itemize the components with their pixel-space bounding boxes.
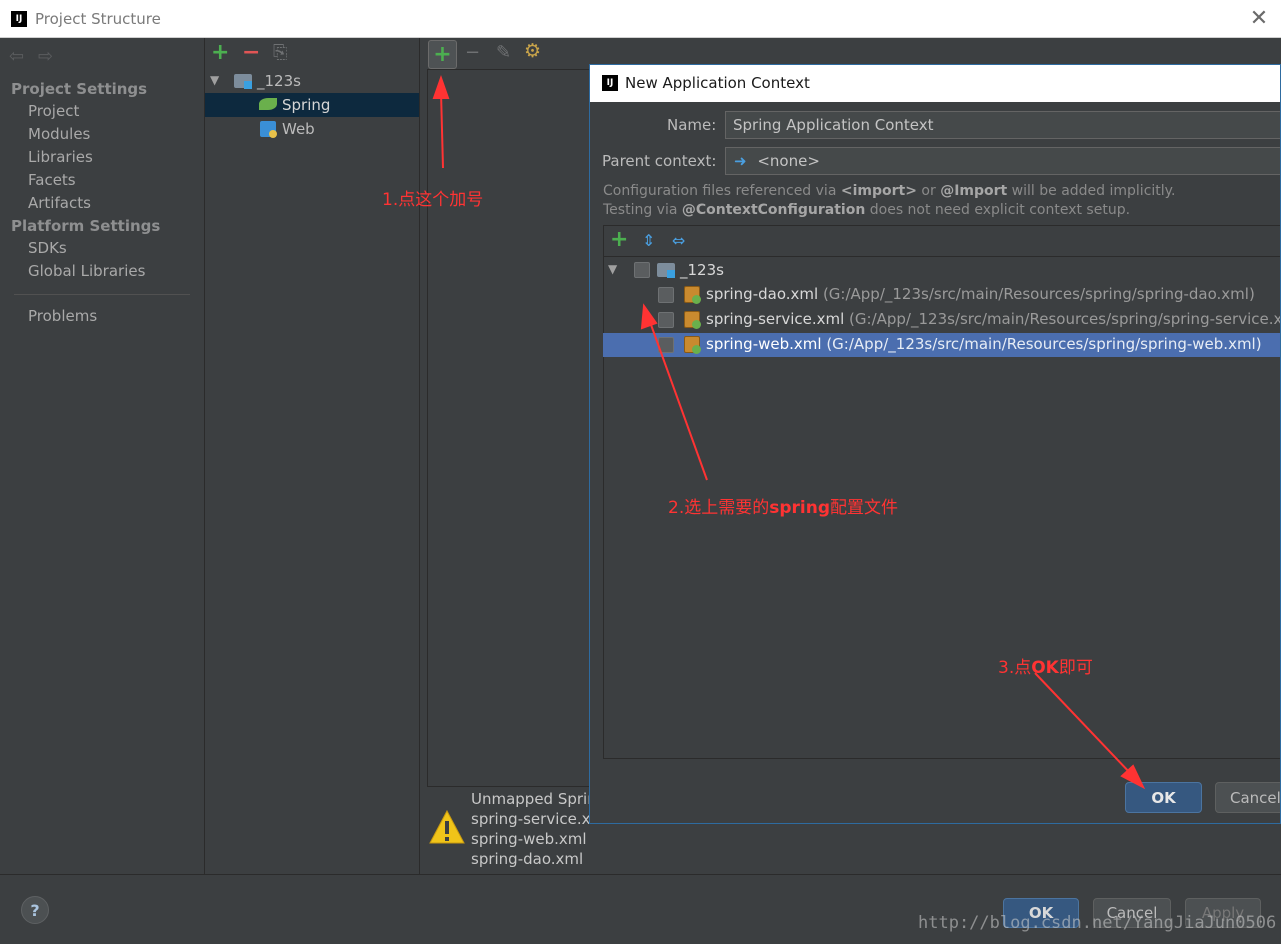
spring-leaf-icon (259, 98, 277, 110)
dialog-cancel-button[interactable]: Cancel (1215, 782, 1280, 813)
section-project-settings: Project Settings (11, 80, 148, 98)
spring-xml-icon (684, 286, 701, 304)
sidebar-item-artifacts[interactable]: Artifacts (28, 194, 91, 212)
file-checkbox[interactable] (658, 287, 674, 303)
module-badge-icon (667, 270, 675, 278)
annotation-step-2: 2.选上需要的spring配置文件 (668, 498, 899, 518)
arrow-right-icon: ➜ (734, 152, 747, 170)
hint-line-1: Configuration files referenced via <impo… (603, 183, 1176, 199)
dialog-ok-button[interactable]: OK (1125, 782, 1202, 813)
file-path: (G:/App/_123s/src/main/Resources/spring/… (844, 310, 1281, 328)
add-icon[interactable]: + (211, 40, 229, 65)
module-name[interactable]: _123s (257, 72, 301, 90)
expand-all-icon[interactable]: ⇕ (642, 231, 655, 250)
edit-icon[interactable]: ✎ (496, 42, 511, 63)
tree-item-web[interactable]: Web (282, 120, 315, 138)
bottom-button-bar (0, 874, 1281, 944)
parent-context-label: Parent context: (602, 152, 717, 170)
warning-text-line: spring-web.xml (471, 830, 587, 848)
remove-icon[interactable]: − (242, 40, 260, 65)
file-row-dao[interactable]: spring-dao.xml (G:/App/_123s/src/main/Re… (603, 283, 1280, 307)
new-application-context-dialog: IJ New Application Context Name: Spring … (589, 64, 1281, 824)
add-file-icon[interactable]: + (610, 227, 628, 252)
watermark: http://blog.csdn.net/YangJiaJun0506 (918, 913, 1277, 933)
parent-context-value: <none> (757, 152, 820, 170)
close-icon[interactable]: ✕ (1246, 4, 1272, 32)
annotation-step-3: 3.点OK即可 (998, 658, 1093, 678)
file-checkbox[interactable] (658, 312, 674, 328)
window-title: Project Structure (35, 10, 161, 28)
file-name: spring-web.xml (706, 335, 822, 353)
module-tree-panel (205, 38, 420, 874)
sidebar-item-modules[interactable]: Modules (28, 125, 90, 143)
name-input[interactable]: Spring Application Context (725, 111, 1280, 139)
window-title-bar: IJ Project Structure ✕ (0, 0, 1281, 38)
sidebar-divider (14, 294, 190, 295)
files-root-name[interactable]: _123s (680, 261, 724, 279)
file-name: spring-service.xml (706, 310, 845, 328)
file-path: (G:/App/_123s/src/main/Resources/spring/… (821, 335, 1262, 353)
remove-context-icon[interactable]: − (465, 42, 480, 63)
add-context-button[interactable]: + (428, 40, 457, 69)
expand-arrow-icon[interactable]: ▼ (608, 262, 617, 276)
file-name: spring-dao.xml (706, 285, 819, 303)
sidebar-item-facets[interactable]: Facets (28, 171, 76, 189)
web-globe-icon (269, 130, 277, 138)
collapse-all-icon[interactable]: ⇔ (672, 231, 685, 250)
sidebar-item-sdks[interactable]: SDKs (28, 239, 67, 257)
sidebar-item-problems[interactable]: Problems (28, 307, 97, 325)
copy-icon[interactable]: ⎘ (273, 42, 287, 63)
warning-text-line: spring-dao.xml (471, 850, 584, 868)
spring-xml-icon (684, 336, 701, 354)
name-label: Name: (667, 116, 717, 134)
warning-icon (429, 809, 465, 844)
module-badge-icon (244, 81, 252, 89)
file-row-web-selected[interactable]: spring-web.xml (G:/App/_123s/src/main/Re… (603, 333, 1280, 357)
intellij-logo-icon: IJ (11, 11, 27, 27)
context-list-panel (427, 69, 592, 787)
file-path: (G:/App/_123s/src/main/Resources/spring/… (818, 285, 1255, 303)
spring-xml-icon (684, 311, 701, 329)
sidebar-item-libraries[interactable]: Libraries (28, 148, 93, 166)
forward-arrow-icon[interactable]: ⇨ (38, 46, 53, 67)
settings-icon[interactable]: ⚙ (524, 40, 541, 62)
dialog-title: New Application Context (625, 74, 810, 92)
root-checkbox[interactable] (634, 262, 650, 278)
expand-arrow-icon[interactable]: ▼ (210, 73, 219, 87)
hint-line-2: Testing via @ContextConfiguration does n… (603, 202, 1131, 218)
sidebar-item-project[interactable]: Project (28, 102, 79, 120)
file-row-service[interactable]: spring-service.xml (G:/App/_123s/src/mai… (603, 308, 1281, 332)
help-button[interactable]: ? (21, 896, 49, 924)
intellij-logo-icon: IJ (602, 75, 618, 91)
config-files-toolbar (603, 225, 1280, 257)
tree-item-spring[interactable]: Spring (282, 96, 330, 114)
parent-context-select[interactable]: ➜ <none> (725, 147, 1280, 175)
warning-text-line: Unmapped Spring (471, 790, 607, 808)
file-checkbox[interactable] (658, 337, 674, 353)
section-platform-settings: Platform Settings (11, 217, 161, 235)
sidebar-item-global-libraries[interactable]: Global Libraries (28, 262, 145, 280)
annotation-step-1: 1.点这个加号 (382, 190, 484, 210)
dialog-title-bar: IJ New Application Context (590, 65, 1280, 102)
back-arrow-icon[interactable]: ⇦ (9, 46, 24, 67)
